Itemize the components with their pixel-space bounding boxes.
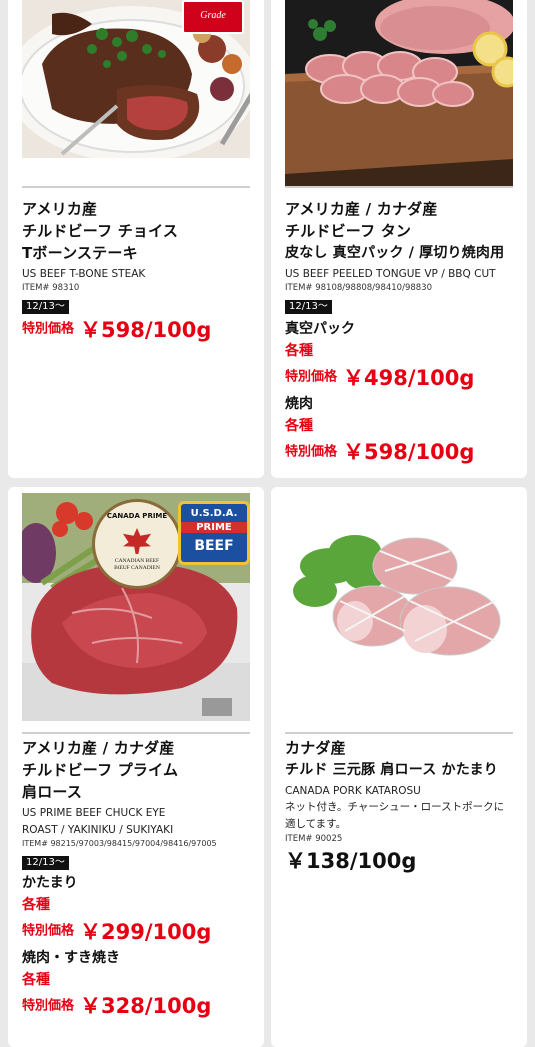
date-badge: 12/13〜: [22, 300, 69, 314]
item-number: ITEM# 98108/98808/98410/98830: [285, 283, 432, 293]
price-value: ￥498/100g: [343, 365, 475, 390]
item-number: ITEM# 98310: [22, 283, 80, 293]
special-price-label: 特別価格: [22, 321, 75, 337]
special-price-row: 特別価格 ￥299/100g: [22, 916, 258, 947]
special-price-row: 特別価格 ￥598/100g: [22, 314, 258, 345]
product-card-tbone[interactable]: Grade アメリカ産 チルドビーフ チョイス Tボーンステーキ US BEEF…: [8, 0, 264, 478]
product-name: チルドビーフ チョイス: [22, 222, 179, 240]
product-origin: アメリカ産 / カナダ産: [285, 200, 438, 218]
maple-leaf-icon: [123, 528, 151, 554]
date-badge: 12/13〜: [285, 300, 332, 314]
special-price-row: 特別価格 ￥598/100g: [285, 437, 521, 468]
special-price-row: 特別価格 ￥328/100g: [22, 991, 258, 1022]
product-card-pork[interactable]: カナダ産 チルド 三元豚 肩ロース かたまり CANADA PORK KATAR…: [271, 487, 527, 1047]
variant-name: かたまり: [22, 875, 78, 891]
product-name: チルドビーフ プライム: [22, 761, 179, 779]
english-name: US BEEF T-BONE STEAK: [22, 268, 146, 280]
special-price-label: 特別価格: [22, 923, 75, 939]
price-value: ￥138/100g: [285, 849, 417, 873]
price-value: ￥598/100g: [80, 317, 212, 342]
special-price-label: 特別価格: [285, 369, 338, 385]
english-name: US BEEF PEELED TONGUE VP / BBQ CUT: [285, 268, 496, 280]
chuck-eye-roast-photo: CANADA PRIME CANADIAN BEEF BŒUF CANADIEN…: [22, 493, 250, 721]
english-name: CANADA PORK KATAROSU: [285, 785, 421, 797]
special-price-label: 特別価格: [22, 998, 75, 1013]
variant-name: 焼肉: [285, 395, 313, 412]
product-name: チルド 三元豚 肩ロース かたまり: [285, 762, 498, 778]
product-cut: Tボーンステーキ: [22, 244, 138, 262]
product-origin: アメリカ産 / カナダ産: [22, 739, 175, 757]
tbone-steak-photo: Grade: [22, 0, 250, 158]
special-price-row: 特別価格 ￥498/100g: [285, 362, 521, 393]
product-name: チルドビーフ タン: [285, 222, 412, 240]
product-card-chuck-eye[interactable]: CANADA PRIME CANADIAN BEEF BŒUF CANADIEN…: [8, 487, 264, 1047]
variant-sub: 各種: [22, 897, 50, 913]
beef-tongue-photo: [285, 0, 513, 186]
usda-prime-badge: U.S.D.A. PRIME BEEF: [178, 501, 250, 565]
divider: [22, 732, 250, 734]
date-badge: 12/13〜: [22, 856, 69, 870]
english-name-line1: US PRIME BEEF CHUCK EYE: [22, 807, 166, 819]
canada-prime-seal: CANADA PRIME CANADIAN BEEF BŒUF CANADIEN: [92, 499, 182, 589]
pork-shoulder-photo: [285, 521, 513, 693]
variant-name: 焼肉・すき焼き: [22, 949, 120, 966]
product-cut: 皮なし 真空パック / 厚切り焼肉用: [285, 245, 505, 261]
product-note: ネット付き。チャーシュー・ローストポークに適してます。: [285, 801, 505, 830]
variant-sub: 各種: [22, 971, 50, 988]
item-number: ITEM# 90025: [285, 834, 343, 844]
divider: [285, 186, 513, 188]
divider: [285, 732, 513, 734]
variant-sub: 各種: [285, 417, 313, 434]
variant-sub: 各種: [285, 343, 313, 359]
grade-badge: Grade: [182, 0, 244, 34]
price-value: ￥598/100g: [343, 440, 475, 464]
divider: [22, 186, 250, 188]
product-cut: 肩ロース: [22, 783, 83, 801]
price-value: ￥299/100g: [80, 919, 212, 944]
special-price-label: 特別価格: [285, 444, 338, 459]
english-name-line2: ROAST / YAKINIKU / SUKIYAKI: [22, 824, 174, 836]
item-number: ITEM# 98215/97003/98415/97004/98416/9700…: [22, 839, 217, 848]
product-origin: カナダ産: [285, 739, 346, 757]
price-value: ￥328/100g: [80, 994, 212, 1018]
product-card-tongue[interactable]: アメリカ産 / カナダ産 チルドビーフ タン 皮なし 真空パック / 厚切り焼肉…: [271, 0, 527, 478]
product-origin: アメリカ産: [22, 200, 98, 218]
variant-name: 真空パック: [285, 321, 355, 337]
